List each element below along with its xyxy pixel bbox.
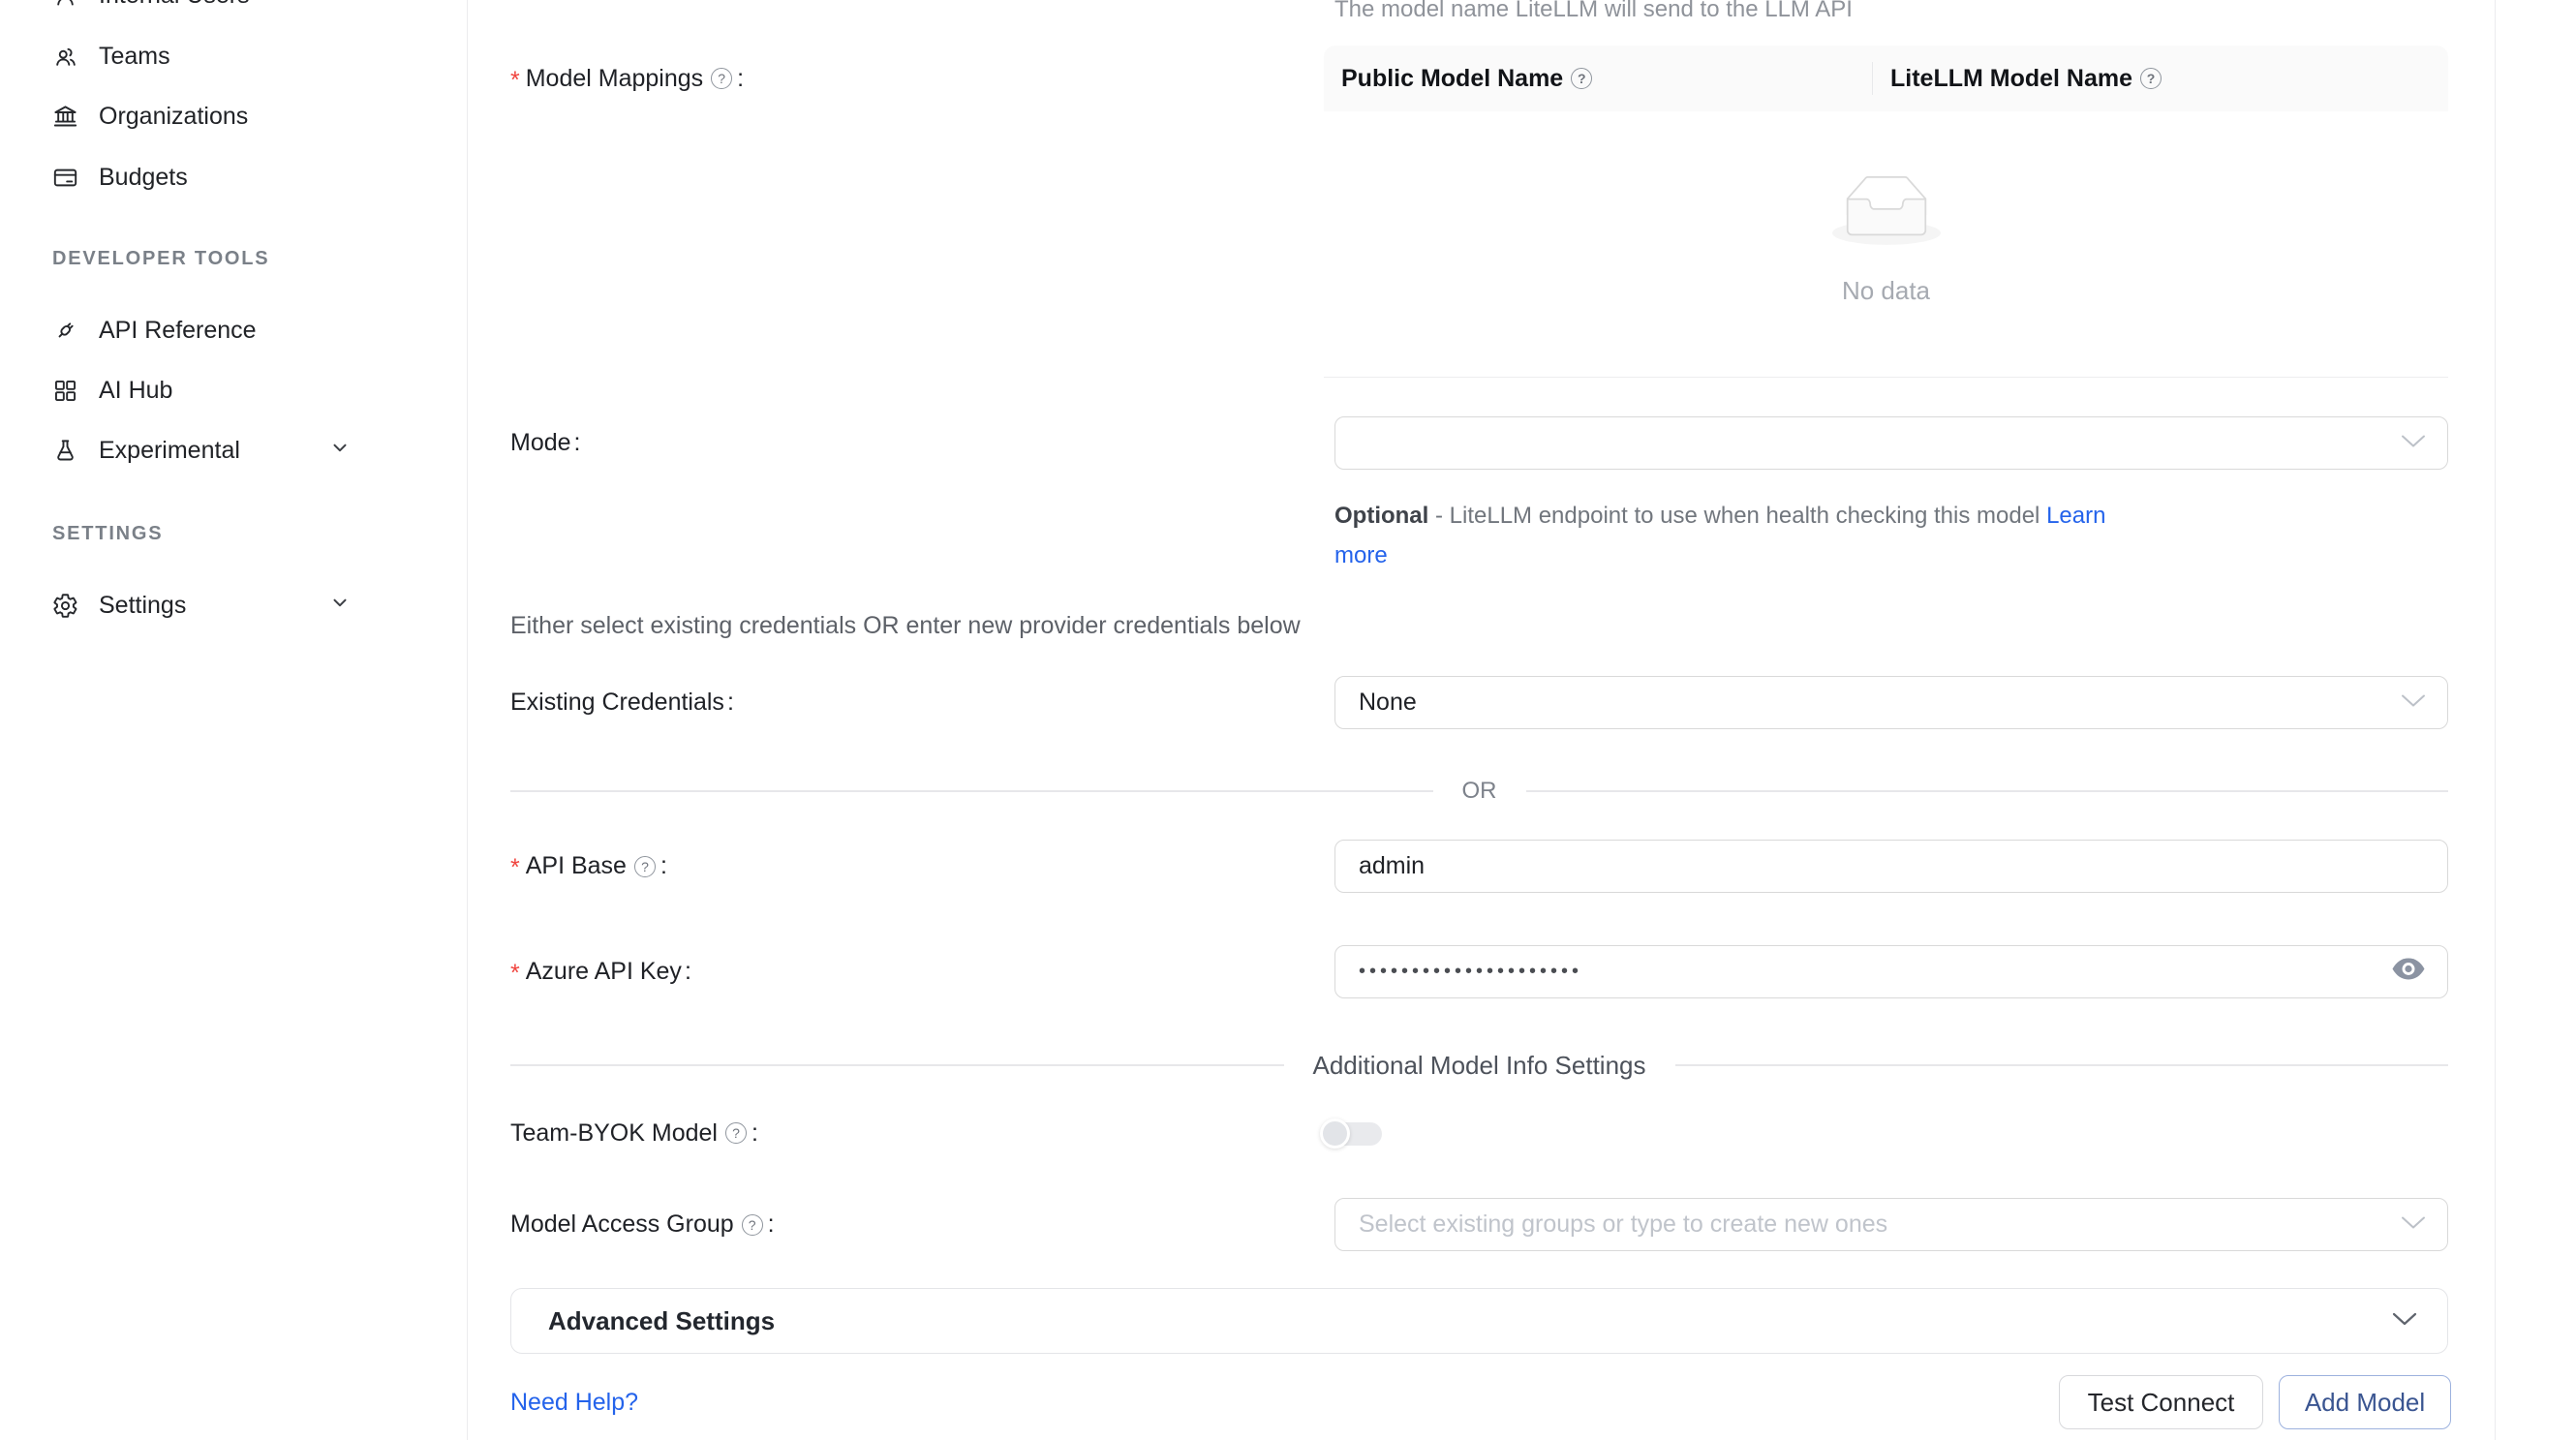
or-divider: OR [510, 774, 2448, 809]
no-data-text: No data [1842, 276, 1930, 306]
chevron-down-icon [2399, 689, 2428, 717]
credentials-note: Either select existing credentials OR en… [510, 612, 1301, 640]
mode-help-text: Optional - LiteLLM endpoint to use when … [1334, 496, 2129, 575]
litellm-model-name-help-text: The model name LiteLLM will send to the … [1334, 0, 1853, 23]
chevron-down-icon [329, 437, 351, 465]
sidebar-item-label: Budgets [99, 164, 188, 192]
api-base-label: * API Base ? : [510, 840, 667, 893]
required-asterisk: * [510, 960, 520, 988]
help-icon[interactable]: ? [711, 68, 732, 89]
info-settings-divider: Additional Model Info Settings [510, 1048, 2448, 1083]
sidebar-item-label: Experimental [99, 437, 240, 465]
sidebar-item-label: AI Hub [99, 377, 172, 405]
gear-icon [52, 593, 78, 619]
sidebar-item-organizations[interactable]: Organizations [0, 86, 467, 146]
or-divider-text: OR [1462, 778, 1497, 805]
select-placeholder: Select existing groups or type to create… [1359, 1210, 1887, 1239]
model-mappings-table: Public Model Name ? LiteLLM Model Name ? [1324, 46, 2448, 378]
sidebar-item-settings[interactable]: Settings [0, 575, 467, 635]
add-model-button[interactable]: Add Model [2279, 1375, 2451, 1429]
test-connect-button[interactable]: Test Connect [2059, 1375, 2263, 1429]
eye-icon[interactable] [2391, 956, 2426, 989]
chevron-down-icon [2399, 429, 2428, 457]
empty-inbox-icon [1832, 175, 1941, 245]
add-model-form: The model name LiteLLM will send to the … [468, 0, 2496, 1440]
team-byok-toggle[interactable] [1320, 1118, 1382, 1149]
info-settings-divider-text: Additional Model Info Settings [1313, 1051, 1646, 1081]
sidebar-item-ai-hub[interactable]: AI Hub [0, 360, 467, 420]
sidebar-item-api-reference[interactable]: API Reference [0, 300, 467, 360]
plug-icon [52, 318, 78, 344]
selected-value: None [1359, 689, 1417, 717]
users-icon [52, 44, 78, 70]
column-header-public-model-name: Public Model Name ? [1324, 65, 1872, 93]
flask-icon [52, 438, 78, 464]
team-byok-label: Team-BYOK Model ? : [510, 1106, 758, 1160]
mode-label: Mode : [510, 416, 581, 470]
sidebar-item-experimental[interactable]: Experimental [0, 420, 467, 480]
chevron-down-icon [2399, 1210, 2428, 1239]
help-icon[interactable]: ? [634, 856, 656, 877]
chevron-down-icon [329, 592, 351, 620]
user-icon [52, 0, 78, 9]
bank-icon [52, 104, 78, 130]
need-help-link[interactable]: Need Help? [510, 1389, 638, 1417]
azure-api-key-input[interactable] [1359, 961, 2379, 983]
column-header-litellm-model-name: LiteLLM Model Name ? [1872, 62, 2448, 95]
litellm-admin-page: Internal Users Teams Organizations Budge… [0, 0, 2576, 1440]
advanced-settings-panel[interactable]: Advanced Settings [510, 1288, 2448, 1354]
credit-card-icon [52, 165, 78, 191]
sidebar-item-label: Organizations [99, 103, 248, 131]
help-icon[interactable]: ? [725, 1122, 747, 1144]
help-icon[interactable]: ? [742, 1214, 763, 1236]
advanced-settings-title: Advanced Settings [548, 1306, 775, 1336]
sidebar: Internal Users Teams Organizations Budge… [0, 0, 468, 1440]
api-base-field-wrap [1334, 840, 2448, 893]
api-base-input[interactable] [1359, 852, 2379, 880]
required-asterisk: * [510, 854, 520, 882]
sidebar-section-developer-tools: DEVELOPER TOOLS [52, 245, 269, 272]
azure-api-key-label: * Azure API Key : [510, 945, 691, 998]
toggle-knob [1320, 1118, 1350, 1149]
chevron-down-icon [2391, 1310, 2418, 1333]
sidebar-item-budgets[interactable]: Budgets [0, 147, 467, 207]
form-footer: Need Help? Test Connect Add Model [510, 1375, 2451, 1429]
azure-api-key-field-wrap [1334, 945, 2448, 998]
sidebar-item-label: API Reference [99, 317, 257, 345]
sidebar-item-label: Settings [99, 592, 186, 620]
model-access-group-select[interactable]: Select existing groups or type to create… [1334, 1198, 2448, 1251]
sidebar-item-teams[interactable]: Teams [0, 26, 467, 86]
sidebar-item-internal-users[interactable]: Internal Users [0, 0, 467, 25]
help-icon[interactable]: ? [1571, 68, 1592, 89]
grid-icon [52, 378, 78, 404]
sidebar-item-label: Internal Users [99, 0, 250, 10]
table-header: Public Model Name ? LiteLLM Model Name ? [1324, 46, 2448, 111]
sidebar-item-label: Teams [99, 43, 170, 71]
existing-credentials-label: Existing Credentials : [510, 676, 734, 729]
sidebar-section-settings: SETTINGS [52, 520, 163, 547]
help-icon[interactable]: ? [2140, 68, 2162, 89]
model-mappings-label: * Model Mappings ? : [510, 46, 744, 111]
required-asterisk: * [510, 67, 520, 95]
table-empty-state: No data [1324, 111, 2448, 378]
model-access-group-label: Model Access Group ? : [510, 1198, 775, 1251]
existing-credentials-select[interactable]: None [1334, 676, 2448, 729]
mode-select[interactable] [1334, 416, 2448, 470]
